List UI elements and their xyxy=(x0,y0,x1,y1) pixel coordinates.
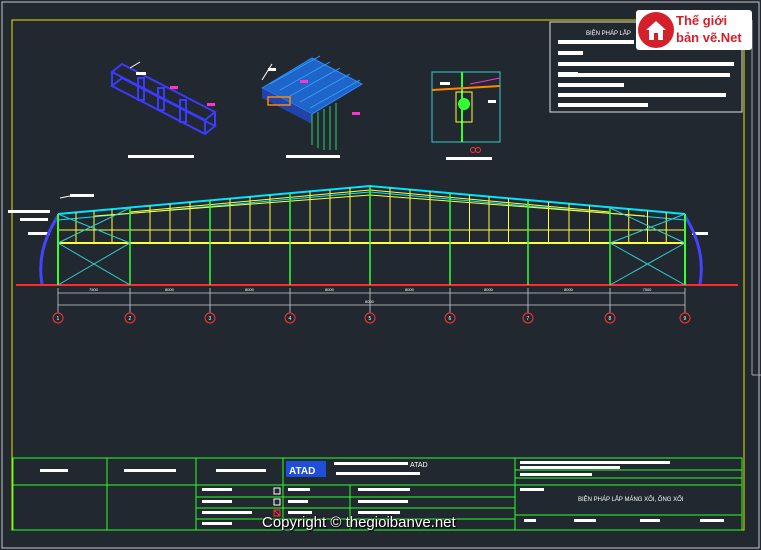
grid-label: 4 xyxy=(289,316,292,322)
detail-roof-isometric xyxy=(260,55,364,158)
grid-label: 6 xyxy=(449,316,452,322)
total-dim: 8000 xyxy=(365,299,375,304)
grid-label: 3 xyxy=(209,316,212,322)
detail-gutter-isometric xyxy=(110,61,217,158)
grid-label: 8 xyxy=(609,316,612,322)
company-name: ATAD xyxy=(410,462,428,469)
logo-line1: Thế giới xyxy=(676,13,728,28)
detail-section xyxy=(431,71,501,160)
notes-title: BIỆN PHÁP LẮP xyxy=(586,29,631,37)
grid-label: 9 xyxy=(684,316,687,322)
house-icon xyxy=(638,12,674,48)
logo-line2: bản vẽ.Net xyxy=(676,30,742,45)
bay-dim: 8000 xyxy=(405,287,415,292)
cad-drawing: BIỆN PHÁP LẮP 7500 8000 8000 8000 8000 8… xyxy=(1,1,761,549)
bay-dim: 7500 xyxy=(643,287,653,292)
elevation: 7500 8000 8000 8000 8000 8000 8000 7500 8000 1 2… xyxy=(8,184,738,324)
company-stamp-text: ATAD xyxy=(289,466,315,477)
bay-dim: 7500 xyxy=(89,287,99,292)
grid-label: 7 xyxy=(527,316,530,322)
drawing-title: BIỆN PHÁP LẮP MÁNG XỐI, ỐNG XỐI xyxy=(578,495,684,503)
bay-dim: 8000 xyxy=(325,287,335,292)
grid-label: 2 xyxy=(129,316,132,322)
site-logo: Thế giới bản vẽ.Net xyxy=(636,10,752,50)
grid-label: 5 xyxy=(369,316,372,322)
grid-label: 1 xyxy=(57,316,60,322)
watermark: Copyright © thegioibanve.net xyxy=(262,514,456,531)
bay-dim: 8000 xyxy=(165,287,175,292)
bay-dim: 8000 xyxy=(484,287,494,292)
bay-dim: 8000 xyxy=(564,287,574,292)
bay-dim: 8000 xyxy=(245,287,255,292)
